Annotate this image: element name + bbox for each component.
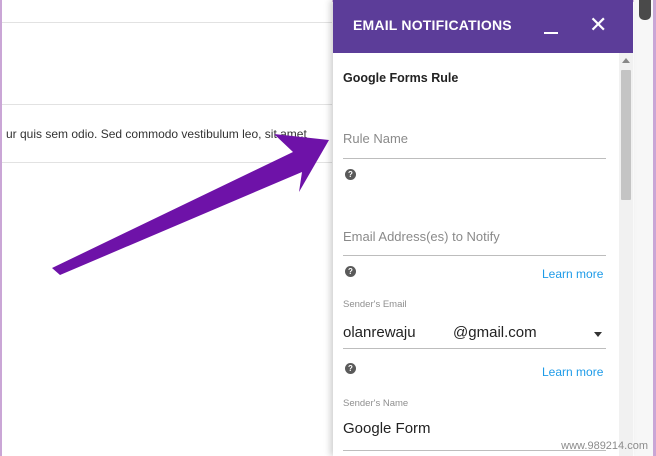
panel-title: EMAIL NOTIFICATIONS [353,17,512,33]
divider [2,22,332,23]
chevron-down-icon[interactable] [594,332,602,337]
window-corner [639,0,651,20]
email-notifications-panel: EMAIL NOTIFICATIONS ✕ Google Forms Rule … [333,0,633,456]
close-icon[interactable]: ✕ [589,14,607,36]
right-gutter [634,0,653,456]
sender-name-value[interactable]: Google Form [343,420,606,437]
divider [2,104,332,105]
section-title: Google Forms Rule [343,71,459,85]
panel-body: Google Forms Rule ? ? Learn more Sender'… [333,53,633,456]
learn-more-link[interactable]: Learn more [542,267,603,281]
email-to-notify-input[interactable] [343,229,606,244]
scrollbar-thumb[interactable] [621,70,631,200]
scroll-up-icon[interactable] [622,58,630,63]
sender-name-label: Sender's Name [343,398,409,409]
help-icon[interactable]: ? [345,266,356,277]
google-form-background: ur quis sem odio. Sed commodo vestibulum… [2,0,332,456]
rule-name-input[interactable] [343,131,606,146]
rule-name-field [343,131,606,159]
sender-email-select[interactable]: olanrewaju @gmail.com [343,324,606,349]
form-description-text: ur quis sem odio. Sed commodo vestibulum… [6,127,307,141]
watermark: www.989214.com [561,440,648,452]
email-to-notify-field [343,229,606,256]
learn-more-link[interactable]: Learn more [542,365,603,379]
sender-email-label: Sender's Email [343,299,407,310]
help-icon[interactable]: ? [345,169,356,180]
divider [2,162,332,163]
sender-email-value: olanrewaju @gmail.com [343,324,537,341]
panel-header: EMAIL NOTIFICATIONS ✕ [333,0,633,53]
help-icon[interactable]: ? [345,363,356,374]
minimize-icon[interactable] [543,17,559,35]
